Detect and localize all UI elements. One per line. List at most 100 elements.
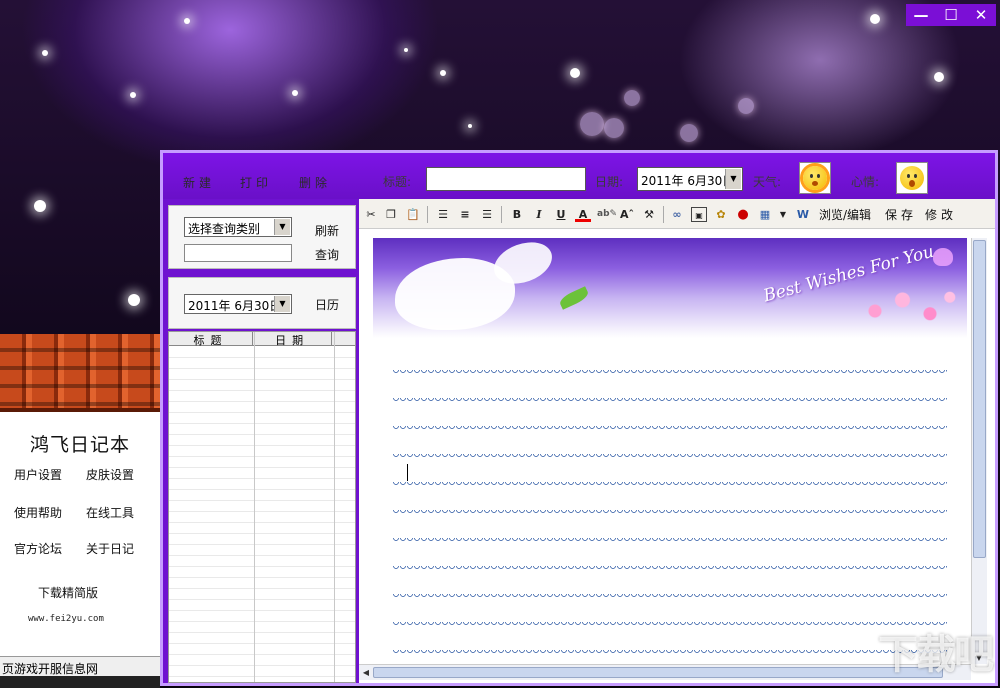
diary-main-window: 新建 打印 删除 标题: 日期: 2011年 6月30日 ▼ 天气: 心情: 选… — [160, 150, 998, 686]
column-header-filler — [332, 332, 355, 345]
paper-line — [393, 426, 947, 430]
star-decoration — [128, 294, 140, 306]
vertical-scrollbar[interactable]: ▼ — [971, 238, 987, 664]
save-button[interactable]: 保存 — [885, 206, 917, 223]
star-decoration — [292, 90, 298, 96]
entries-table[interactable]: 标题 日期 — [168, 331, 356, 683]
flash-icon[interactable]: ● — [735, 207, 751, 222]
bubble-decoration — [624, 90, 640, 106]
font-color-icon[interactable]: A — [575, 207, 591, 222]
website-url[interactable]: www.fei2yu.com — [28, 614, 104, 624]
vertical-scroll-thumb[interactable] — [973, 240, 986, 558]
bubble-decoration — [738, 98, 754, 114]
link-icon[interactable]: ∞ — [669, 207, 685, 222]
star-decoration — [870, 14, 880, 24]
emoticon-icon[interactable]: ✿ — [713, 207, 729, 222]
print-button[interactable]: 打印 — [240, 174, 272, 191]
mood-label: 心情: — [851, 175, 880, 189]
font-size-icon[interactable]: Aˆ — [619, 207, 635, 222]
query-input[interactable] — [184, 244, 292, 262]
window-controls: — ☐ ✕ — [906, 4, 996, 26]
olive-leaf-image — [557, 286, 591, 310]
skin-settings-link[interactable]: 皮肤设置 — [86, 466, 134, 483]
horizontal-scroll-thumb[interactable] — [373, 667, 943, 678]
taskbar-strip — [0, 676, 160, 688]
column-divider — [334, 332, 335, 682]
title-input[interactable] — [426, 167, 586, 191]
close-button[interactable]: ✕ — [970, 6, 992, 24]
paper-line — [393, 622, 947, 626]
date-label: 日期: — [595, 175, 624, 189]
weather-button[interactable] — [799, 162, 831, 194]
new-button[interactable]: 新建 — [183, 174, 215, 191]
table-rows — [169, 347, 355, 682]
search-panel: 选择查询类别 ▼ 刷新 查询 — [168, 205, 356, 269]
chevron-down-icon[interactable]: ▼ — [274, 219, 290, 235]
letter-paper[interactable]: Best Wishes For You — [373, 238, 967, 664]
app-title: 鸿飞日记本 — [29, 434, 130, 456]
flowers-image — [853, 278, 963, 333]
paper-line — [393, 482, 947, 486]
diary-editor: ✂ ❐ 📋 ☰ ≡ ☰ B I U A ab✎ Aˆ ⚒ ∞ ▣ ✿ ● ▦ ▼… — [359, 199, 995, 683]
query-button[interactable]: 查询 — [315, 246, 339, 263]
underline-icon[interactable]: U — [553, 207, 569, 222]
scroll-left-icon[interactable]: ◀ — [360, 668, 372, 677]
delete-button[interactable]: 删除 — [299, 174, 331, 191]
star-decoration — [440, 70, 446, 76]
star-decoration — [34, 200, 46, 212]
star-decoration — [184, 18, 190, 24]
mood-button[interactable] — [896, 162, 928, 194]
italic-icon[interactable]: I — [531, 207, 547, 222]
calendar-date-picker[interactable]: 2011年 6月30日 ▼ — [184, 294, 292, 314]
date-picker[interactable]: 2011年 6月30日 ▼ — [637, 167, 743, 191]
modify-button[interactable]: 修改 — [925, 206, 957, 223]
help-link[interactable]: 使用帮助 — [14, 504, 62, 521]
align-right-icon[interactable]: ☰ — [479, 207, 495, 222]
star-decoration — [42, 50, 48, 56]
weather-label: 天气: — [753, 175, 782, 189]
column-divider — [254, 332, 255, 682]
paper-line — [393, 650, 947, 654]
table-dropdown-icon[interactable]: ▼ — [775, 207, 791, 222]
chevron-down-icon[interactable]: ▼ — [274, 296, 290, 312]
image-icon[interactable]: ▣ — [691, 207, 707, 222]
about-link[interactable]: 关于日记 — [86, 540, 134, 557]
site-watermark: 下载吧 — [878, 632, 994, 678]
paper-line — [393, 510, 947, 514]
bold-icon[interactable]: B — [509, 207, 525, 222]
highlight-icon[interactable]: ab✎ — [597, 207, 617, 222]
paste-icon[interactable]: 📋 — [405, 207, 421, 222]
online-tools-link[interactable]: 在线工具 — [86, 504, 134, 521]
text-caret — [407, 464, 408, 481]
cut-icon[interactable]: ✂ — [363, 207, 379, 222]
table-icon[interactable]: ▦ — [757, 207, 773, 222]
align-center-icon[interactable]: ≡ — [457, 207, 473, 222]
refresh-button[interactable]: 刷新 — [315, 222, 339, 239]
roof-shade — [0, 334, 160, 412]
user-settings-link[interactable]: 用户设置 — [14, 466, 62, 483]
minimize-button[interactable]: — — [910, 6, 932, 24]
calendar-panel: 2011年 6月30日 ▼ 日历 — [168, 277, 356, 329]
bubble-decoration — [680, 124, 698, 142]
query-category-select[interactable]: 选择查询类别 ▼ — [184, 217, 292, 237]
forum-link[interactable]: 官方论坛 — [14, 540, 62, 557]
chevron-down-icon[interactable]: ▼ — [725, 169, 741, 189]
star-decoration — [570, 68, 580, 78]
calendar-button[interactable]: 日历 — [315, 296, 339, 313]
word-icon[interactable]: W — [795, 207, 811, 222]
top-toolbar: 新建 打印 删除 标题: 日期: 2011年 6月30日 ▼ 天气: 心情: — [163, 153, 995, 199]
preview-edit-button[interactable]: 浏览/编辑 — [819, 206, 871, 223]
align-left-icon[interactable]: ☰ — [435, 207, 451, 222]
copy-icon[interactable]: ❐ — [383, 207, 399, 222]
paper-line — [393, 454, 947, 458]
column-header-title[interactable]: 标题 — [169, 332, 254, 347]
format-tools-icon[interactable]: ⚒ — [641, 207, 657, 222]
toolbar-separator — [501, 206, 502, 223]
maximize-button[interactable]: ☐ — [940, 6, 962, 24]
bubble-decoration — [604, 118, 624, 138]
star-decoration — [468, 124, 472, 128]
paper-line — [393, 566, 947, 570]
star-decoration — [130, 92, 136, 98]
column-header-date[interactable]: 日期 — [253, 332, 333, 347]
download-lite-link[interactable]: 下载精简版 — [38, 584, 98, 601]
